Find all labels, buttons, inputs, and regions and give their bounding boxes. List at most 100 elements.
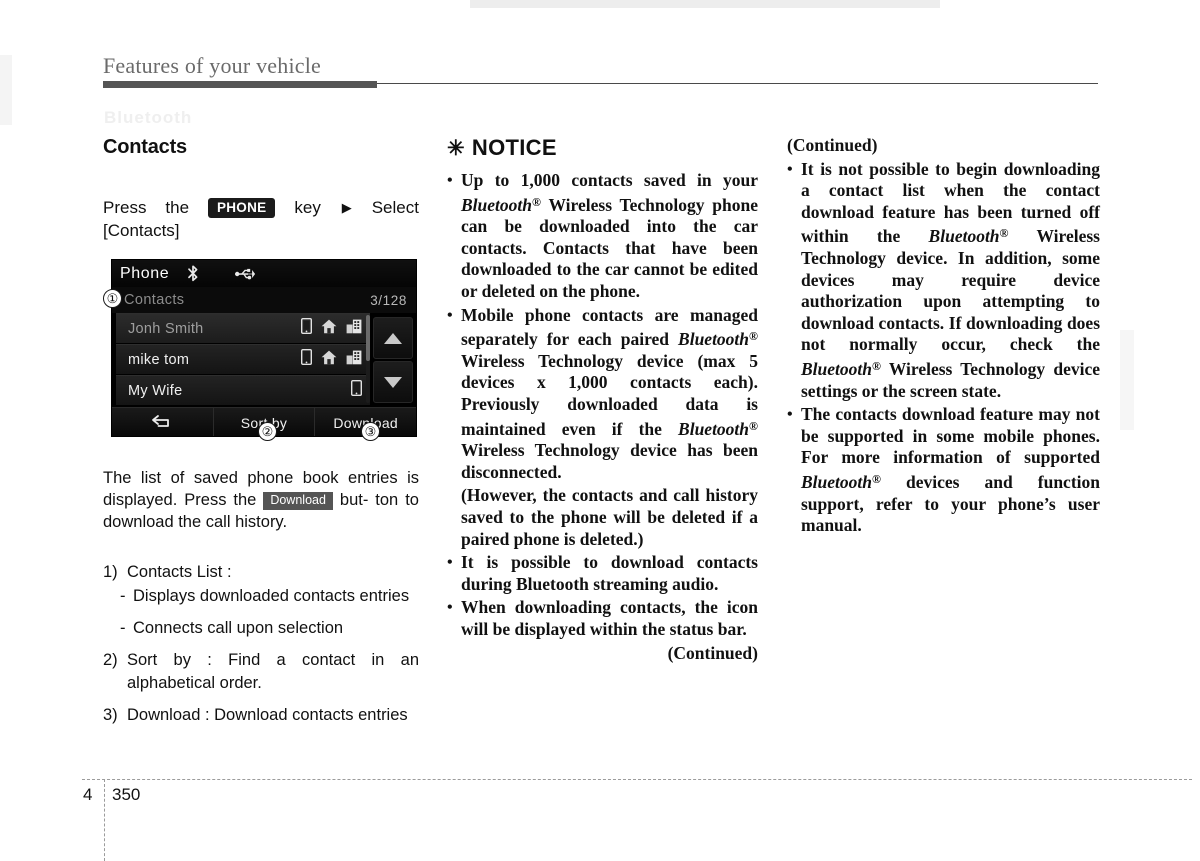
bluetooth-trademark: Bluetooth xyxy=(461,194,532,215)
footer-divider xyxy=(82,779,1192,780)
device-status-bar: Phone xyxy=(112,260,416,287)
back-icon xyxy=(150,414,174,431)
device-contact-count: 3/128 xyxy=(370,292,407,308)
download-chip[interactable]: Download xyxy=(263,492,333,510)
contact-number-types xyxy=(300,348,362,370)
contact-row[interactable]: My Wife xyxy=(116,375,370,405)
scroll-up-button[interactable] xyxy=(373,317,413,359)
head-unit-screen: Phone Contacts 3/128 Jonh Smith mike tom… xyxy=(111,259,417,437)
text-segment: Wireless Technology device has been disc… xyxy=(461,440,758,482)
select-word: Select xyxy=(371,198,419,217)
arrow-right-icon: ▶ xyxy=(341,200,352,215)
bullet-marker-icon: • xyxy=(447,554,453,572)
notice-heading: ✳ NOTICE xyxy=(447,135,758,161)
scrollbar-track[interactable] xyxy=(366,315,370,403)
contact-name: Jonh Smith xyxy=(128,320,204,337)
contact-row[interactable]: mike tom xyxy=(116,344,370,374)
notice-bullet-list-continued: • It is not possible to begin downloading… xyxy=(787,159,1100,537)
list-subitem-dash: - xyxy=(120,587,126,605)
phone-key-chip[interactable]: PHONE xyxy=(207,197,276,218)
notice-bullet: (However, the contacts and call history … xyxy=(447,485,758,550)
bullet-marker-icon: • xyxy=(787,160,793,178)
page-header: Features of your vehicle xyxy=(103,52,1098,88)
callout-2: ② xyxy=(258,422,277,441)
notice-bullet-text: (However, the contacts and call history … xyxy=(461,485,758,550)
page-header-title: Features of your vehicle xyxy=(103,53,322,78)
contact-number-types xyxy=(300,317,362,339)
notice-bullet: • It is possible to download contacts dur… xyxy=(447,552,758,595)
footer-page-number: 350 xyxy=(112,785,141,804)
page-title: Contacts xyxy=(103,136,187,158)
contact-name: mike tom xyxy=(128,351,190,368)
list-item: 2) Sort by : Find a contact in an alphab… xyxy=(103,649,419,695)
registered-mark: ® xyxy=(532,194,541,209)
list-item-number: 2) xyxy=(103,651,118,669)
list-subitem-text: Connects call upon selection xyxy=(133,619,344,637)
bullet-marker-icon: • xyxy=(447,306,453,324)
bullet-marker-icon: • xyxy=(447,172,453,189)
notice-bullet-text: When downloading contacts, the icon will… xyxy=(461,597,758,640)
usb-icon xyxy=(235,268,256,280)
notice-title: NOTICE xyxy=(471,135,557,160)
registered-mark: ® xyxy=(749,418,758,433)
scan-artifact-top xyxy=(470,0,940,8)
device-description: The list of saved phone book entries is … xyxy=(103,467,419,533)
bluetooth-trademark: Bluetooth xyxy=(678,329,750,350)
scroll-down-button[interactable] xyxy=(373,361,413,403)
notice-bullet-list: • Up to 1,000 contacts saved in your Blue… xyxy=(447,170,758,640)
list-item: 1) Contacts List : xyxy=(103,561,419,584)
callout-3: ③ xyxy=(361,422,380,441)
registered-mark: ® xyxy=(749,329,758,344)
office-icon[interactable] xyxy=(346,319,362,339)
list-subitem: - Displays downloaded contacts entries xyxy=(120,585,419,608)
device-subheader-label: Contacts xyxy=(124,292,185,308)
text-segment: It is possible to download contacts duri… xyxy=(461,552,758,594)
list-item-number: 3) xyxy=(103,706,118,724)
ghost-watermark: Bluetooth xyxy=(104,108,193,127)
header-rule xyxy=(103,81,1098,88)
back-button[interactable] xyxy=(112,408,214,436)
scrollbar-thumb[interactable] xyxy=(366,315,370,361)
registered-mark: ® xyxy=(872,358,881,373)
footer-vertical-divider xyxy=(104,779,105,861)
device-subheader: Contacts 3/128 xyxy=(112,287,416,313)
bullet-marker-icon: • xyxy=(787,406,793,424)
device-scrollbar[interactable] xyxy=(366,313,416,407)
contacts-bracket-label: [Contacts] xyxy=(103,221,180,240)
text-segment: The contacts download feature may not be… xyxy=(801,404,1100,468)
list-item-text: Sort by : Find a contact in an alphabeti… xyxy=(127,651,419,692)
notice-bullet-text: It is not possible to begin downloading … xyxy=(801,159,1100,403)
key-word: key xyxy=(294,198,321,217)
bullet-marker-icon: • xyxy=(447,599,453,617)
home-icon[interactable] xyxy=(321,350,337,370)
bluetooth-trademark: Bluetooth xyxy=(678,418,750,439)
callout-1: ① xyxy=(103,289,122,308)
press-word: Press xyxy=(103,198,147,217)
description-part2: but- xyxy=(339,491,369,509)
middle-column: ✳ NOTICE • Up to 1,000 contacts saved in … xyxy=(447,135,758,664)
mobile-icon[interactable] xyxy=(350,379,363,401)
notice-bullet-text: Up to 1,000 contacts saved in your Bluet… xyxy=(461,170,758,303)
notice-bullet-text: Mobile phone contacts are managed separa… xyxy=(461,305,758,484)
contact-row[interactable]: Jonh Smith xyxy=(116,313,370,343)
the-word: the xyxy=(165,198,190,217)
device-body: Jonh Smith mike tom My Wife xyxy=(112,313,416,407)
notice-bullet: • The contacts download feature may not b… xyxy=(787,404,1100,537)
home-icon[interactable] xyxy=(321,319,337,339)
header-rule-thick xyxy=(103,81,377,88)
notice-bullet: • It is not possible to begin downloading… xyxy=(787,159,1100,403)
office-icon[interactable] xyxy=(346,350,362,370)
list-item-number: 1) xyxy=(103,563,118,581)
list-subitem-text: Displays downloaded contacts entries xyxy=(133,587,410,605)
notice-bullet: • Up to 1,000 contacts saved in your Blue… xyxy=(447,170,758,303)
contact-number-types xyxy=(350,379,363,401)
list-item-text: Contacts List : xyxy=(127,563,232,581)
callout-legend: 1) Contacts List : - Displays downloaded… xyxy=(103,561,419,727)
scroll-up-icon xyxy=(384,332,402,344)
mobile-icon[interactable] xyxy=(300,317,313,339)
mobile-icon[interactable] xyxy=(300,348,313,370)
asterisk-icon: ✳ xyxy=(447,137,465,160)
list-item: 3) Download : Download contacts entries xyxy=(103,704,419,727)
footer-chapter-number: 4 xyxy=(83,785,93,804)
list-subitem-dash: - xyxy=(120,619,126,637)
